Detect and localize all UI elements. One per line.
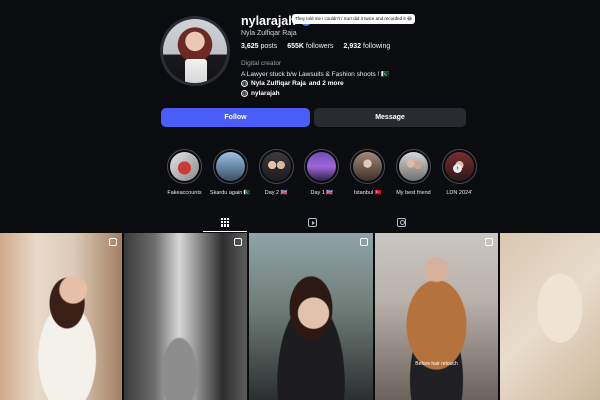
highlight-label: LDN 2024': [446, 190, 473, 196]
posts-count: 3,625 posts: [241, 43, 278, 50]
tab-posts[interactable]: [217, 214, 233, 230]
tab-reels[interactable]: [304, 214, 320, 230]
threads-link[interactable]: @ nylarajah: [241, 90, 280, 97]
highlight-item[interactable]: Day 1 🇬🇧: [303, 149, 340, 196]
highlight-cover: [353, 152, 383, 181]
following-count[interactable]: 2,932 following: [344, 43, 391, 50]
avatar-image: [163, 19, 227, 83]
highlight-label: Day 1 🇬🇧: [310, 190, 334, 196]
tab-tagged[interactable]: [393, 214, 409, 230]
post-caption-overlay: Before hair retouch: [415, 361, 458, 367]
highlight-item[interactable]: My best friend: [395, 149, 432, 196]
highlight-label: Fakeaccounts: [167, 190, 202, 196]
highlight-item[interactable]: Day 2 🇬🇧: [258, 149, 295, 196]
profile-username: nylarajah: [241, 14, 296, 28]
profile-tabs: [0, 214, 600, 232]
posts-grid: Before hair retouch: [0, 233, 600, 400]
threads-icon: @: [241, 80, 248, 87]
mutual-followers-link[interactable]: @ Nyla Zulfiqar Raja and 2 more: [241, 80, 344, 87]
profile-category: Digital creator: [241, 60, 282, 67]
post-thumbnail[interactable]: [249, 233, 373, 400]
message-button[interactable]: Message: [314, 108, 466, 127]
highlight-cover: [261, 152, 291, 181]
grid-icon: [220, 217, 230, 227]
reel-icon: [359, 238, 368, 246]
profile-bio: A Lawyer stuck b/w Lawsuits & Fashion sh…: [241, 71, 390, 78]
follow-button[interactable]: Follow: [161, 108, 310, 127]
post-thumbnail[interactable]: Before hair retouch: [374, 233, 499, 400]
active-tab-indicator: [203, 231, 247, 232]
profile-avatar[interactable]: [160, 16, 230, 86]
tagged-icon: [396, 217, 406, 227]
profile-full-name: Nyla Zulfiqar Raja: [241, 30, 297, 37]
highlight-item[interactable]: Istanbul 🇹🇷: [349, 149, 386, 196]
highlight-label: Skardu again 🇵🇰: [209, 190, 251, 196]
highlight-item[interactable]: Skardu again 🇵🇰: [209, 149, 251, 196]
highlight-cover: [215, 152, 245, 181]
post-thumbnail[interactable]: [123, 233, 248, 400]
followers-count[interactable]: 655K followers: [287, 43, 333, 50]
highlight-cover: [398, 152, 428, 181]
highlight-cover: [170, 152, 199, 181]
profile-stats: 3,625 posts 655K followers 2,932 followi…: [241, 43, 390, 50]
post-thumbnail[interactable]: [500, 233, 600, 400]
post-speech-bubble: They told me i couldn't / Sorr did it tw…: [292, 14, 416, 24]
story-highlights: Fakeaccounts Skardu again 🇵🇰 Day 2 🇬🇧 Da…: [166, 149, 478, 196]
highlight-label: Day 2 🇬🇧: [264, 190, 288, 196]
reel-icon: [485, 238, 494, 246]
threads-at-icon: @: [241, 90, 248, 97]
post-thumbnail[interactable]: [0, 233, 122, 400]
chevron-right-icon[interactable]: ›: [453, 164, 462, 173]
pinned-icon: [108, 238, 117, 246]
highlight-label: Istanbul 🇹🇷: [353, 190, 382, 196]
highlight-label: My best friend: [396, 190, 431, 196]
reel-icon: [234, 238, 243, 246]
highlight-item[interactable]: Fakeaccounts: [166, 149, 203, 196]
highlight-cover: [307, 152, 337, 181]
reels-icon: [307, 217, 317, 227]
